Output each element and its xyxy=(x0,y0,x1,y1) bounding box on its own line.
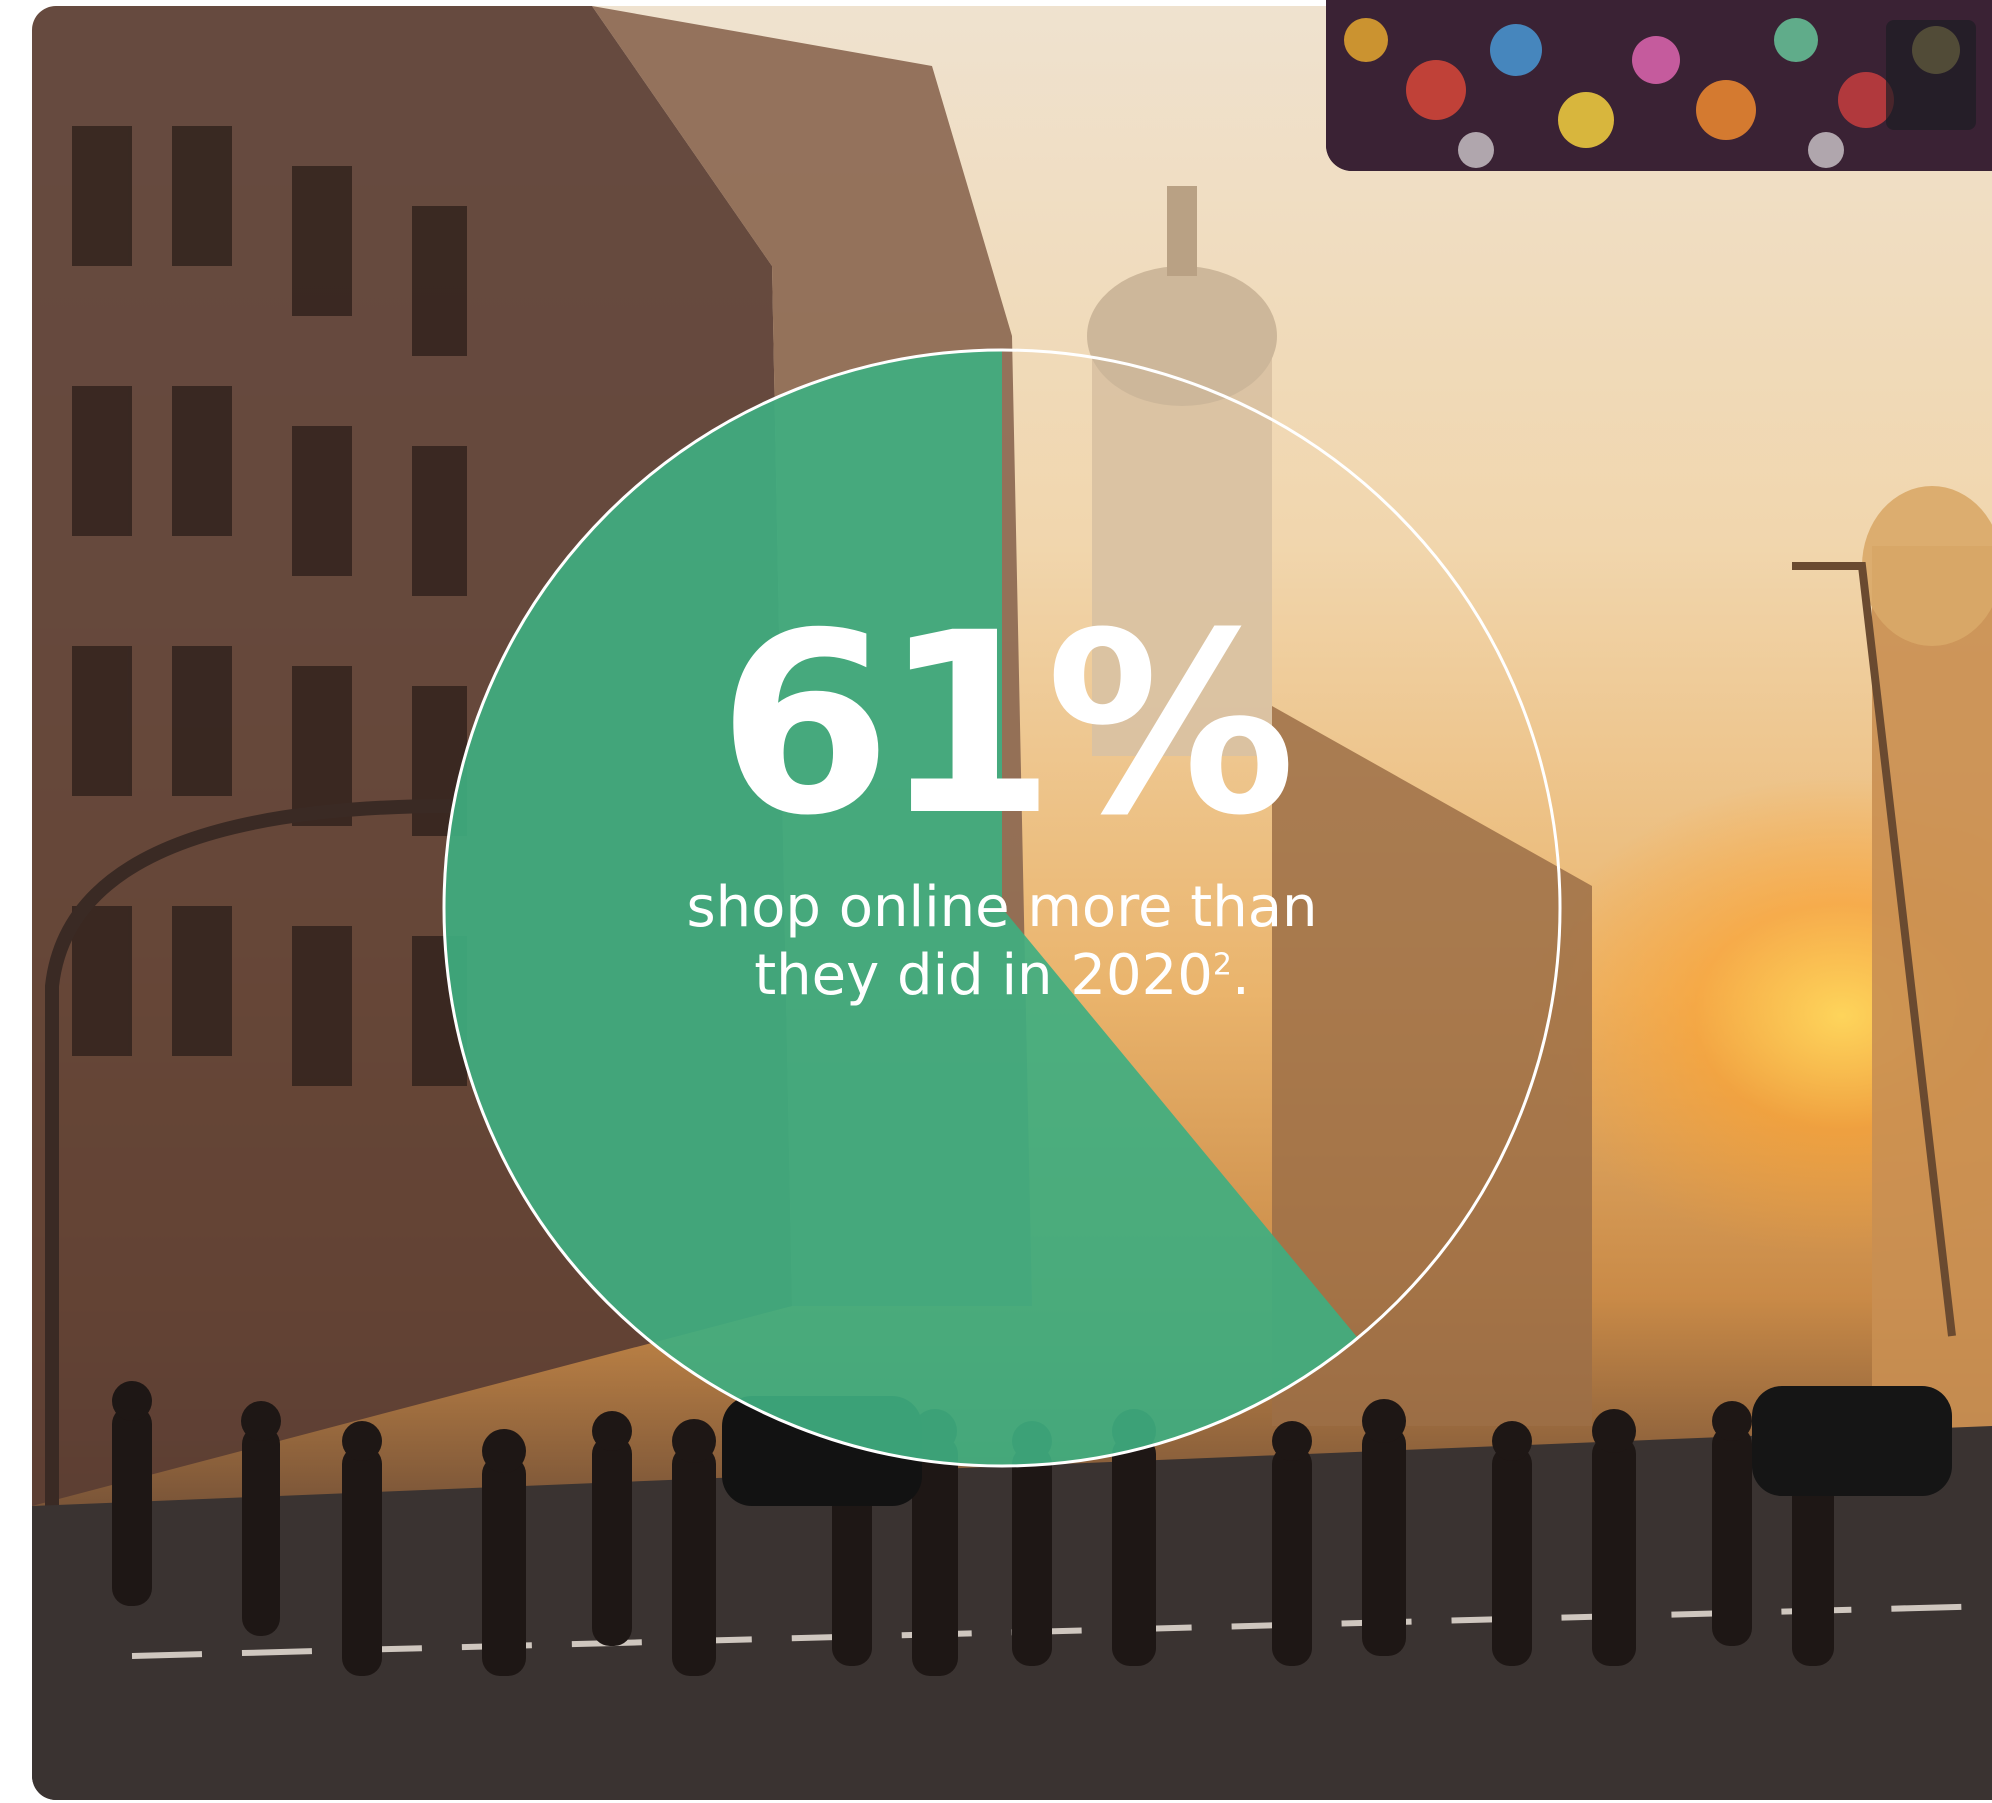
stat-value: 61% xyxy=(717,579,1296,870)
stat-caption-line1: shop online more than xyxy=(686,875,1318,940)
stat-caption: shop online more than they did in 20202. xyxy=(440,874,1564,1011)
inset-lights-illustration xyxy=(1326,0,1992,171)
footnote-marker: 2 xyxy=(1212,947,1232,983)
stat-caption-line2: they did in 2020 xyxy=(754,943,1213,1009)
inset-photo-colorful-lights xyxy=(1326,0,1992,171)
stat-caption-end: . xyxy=(1231,943,1250,1009)
stat-block: 61% shop online more than they did in 20… xyxy=(440,600,1564,1011)
